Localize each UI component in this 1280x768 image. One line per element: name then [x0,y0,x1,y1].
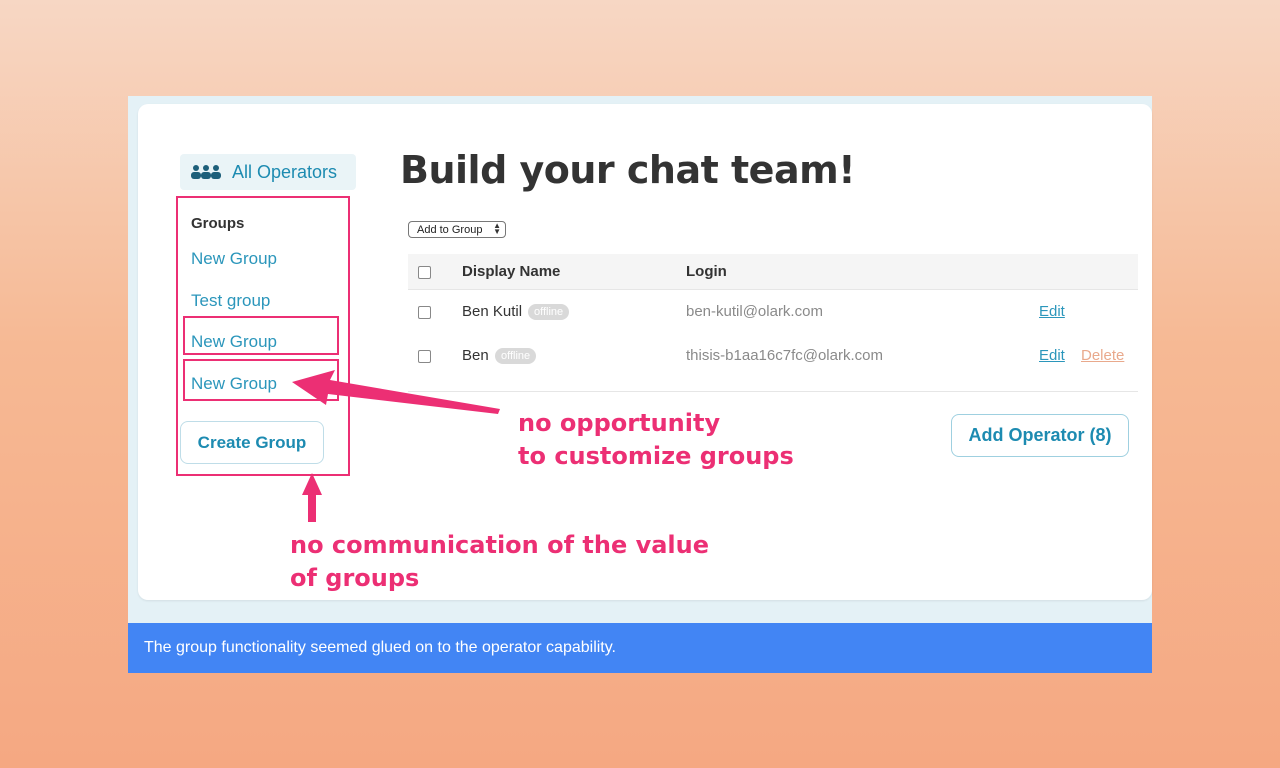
annotation-line: to customize groups [518,442,794,470]
annotation-line: of groups [290,564,420,592]
arrow-to-sidebar [302,473,322,522]
annotation-customize: no opportunity to customize groups [518,407,794,473]
annotation-line: no communication of the value [290,531,710,559]
caption-text: The group functionality seemed glued on … [144,639,616,656]
caption-bar: The group functionality seemed glued on … [128,623,1152,673]
annotation-value: no communication of the value of groups [290,529,709,595]
arrow-to-group [292,370,500,414]
annotation-line: no opportunity [518,409,721,437]
